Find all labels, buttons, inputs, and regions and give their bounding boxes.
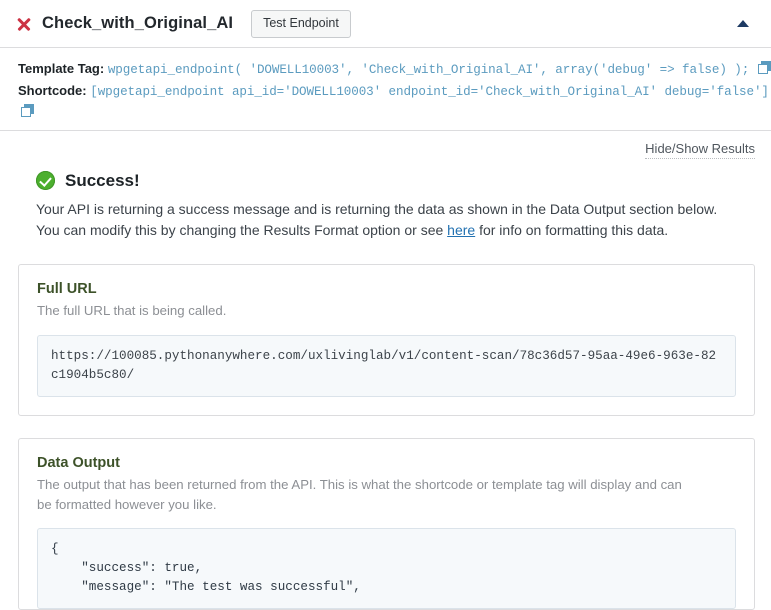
status-description-line-2-suffix: for info on formatting this data. bbox=[475, 222, 669, 239]
test-endpoint-button[interactable]: Test Endpoint bbox=[251, 9, 351, 38]
status-description: Your API is returning a success message … bbox=[36, 199, 755, 242]
template-tag-copy-icon[interactable] bbox=[757, 61, 771, 75]
shortcode-code: [wpgetapi_endpoint api_id='DOWELL10003' … bbox=[90, 85, 769, 100]
shortcode-label: Shortcode: bbox=[18, 83, 87, 99]
status-description-line-1: Your API is returning a success message … bbox=[36, 200, 718, 217]
full-url-panel: Full URL The full URL that is being call… bbox=[18, 264, 755, 416]
copy-icon-front-sheet bbox=[21, 106, 31, 117]
shortcode-copy-icon[interactable] bbox=[21, 103, 35, 118]
full-url-value[interactable]: https://100085.pythonanywhere.com/uxlivi… bbox=[37, 334, 736, 397]
data-output-panel-title: Data Output bbox=[37, 454, 120, 471]
copy-icon-front-sheet bbox=[757, 64, 768, 74]
code-meta-block: Template Tag: wpgetapi_endpoint( 'DOWELL… bbox=[0, 48, 771, 124]
endpoint-header: Check_with_Original_AI Test Endpoint bbox=[0, 0, 771, 47]
status-title: Success! bbox=[65, 170, 140, 190]
endpoint-title: Check_with_Original_AI bbox=[42, 14, 234, 32]
template-tag-code: wpgetapi_endpoint( 'DOWELL10003', 'Check… bbox=[107, 63, 750, 77]
full-url-panel-title: Full URL bbox=[37, 281, 97, 298]
success-check-icon bbox=[36, 171, 55, 191]
status-description-line-2-prefix: You can modify this by changing the Resu… bbox=[36, 222, 448, 239]
data-output-panel-subtitle: The output that has been returned from t… bbox=[37, 476, 682, 512]
results-section: Hide/Show Results Success! Your API is r… bbox=[0, 131, 771, 242]
collapse-toggle[interactable] bbox=[733, 14, 753, 34]
caret-up-icon bbox=[737, 20, 749, 27]
full-url-panel-subtitle: The full URL that is being called. bbox=[37, 303, 227, 319]
data-output-json[interactable]: { "success": true, "message": "The test … bbox=[37, 528, 736, 609]
template-tag-row: Template Tag: wpgetapi_endpoint( 'DOWELL… bbox=[18, 58, 771, 80]
hide-show-results-link[interactable]: Hide/Show Results bbox=[645, 141, 755, 159]
template-tag-label: Template Tag: bbox=[18, 61, 105, 76]
hide-show-row: Hide/Show Results bbox=[18, 141, 755, 159]
shortcode-row: Shortcode: [wpgetapi_endpoint api_id='DO… bbox=[18, 80, 769, 102]
data-output-panel: Data Output The output that has been ret… bbox=[18, 437, 755, 610]
close-x-icon[interactable] bbox=[16, 16, 32, 32]
status-line: Success! bbox=[36, 171, 755, 191]
status-description-line-2: You can modify this by changing the Resu… bbox=[36, 220, 755, 242]
formatting-help-link[interactable]: here bbox=[447, 222, 475, 238]
